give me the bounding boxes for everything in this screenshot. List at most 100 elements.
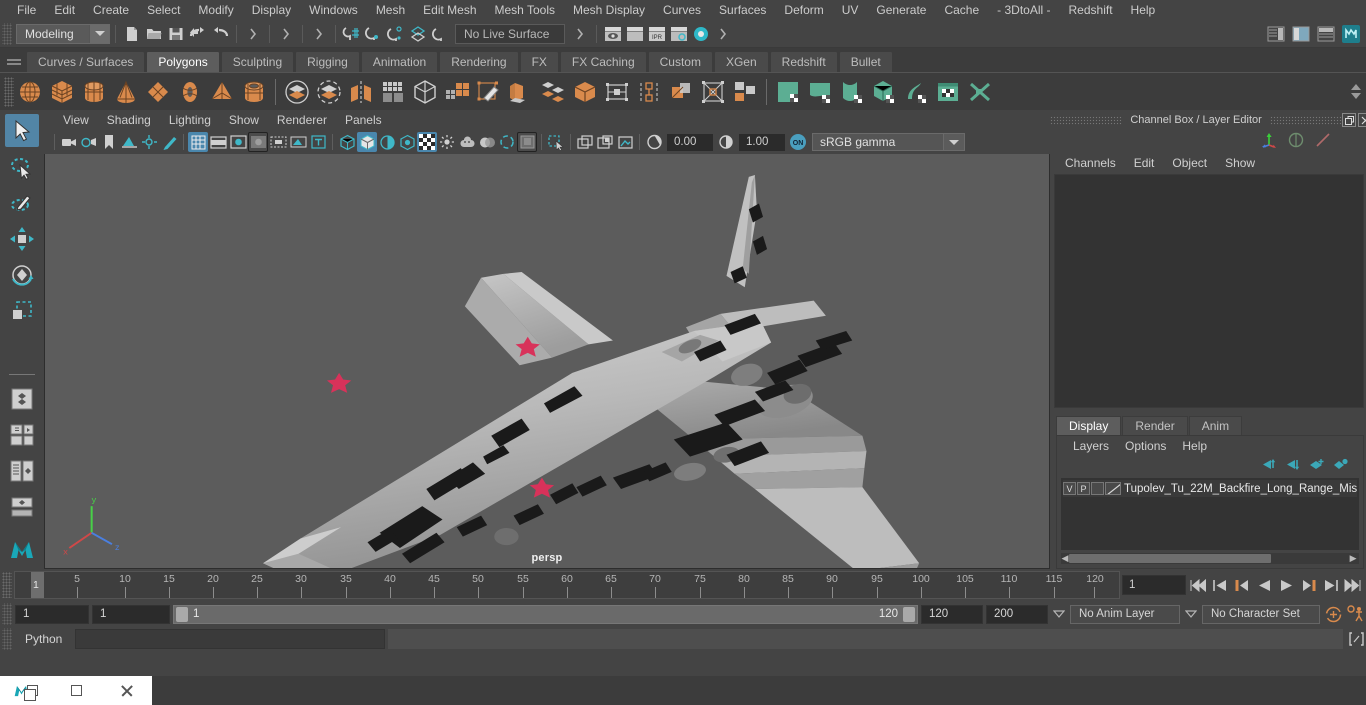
menu-set-selector[interactable]: Modeling <box>16 23 110 44</box>
select-by-object-icon[interactable] <box>275 23 297 45</box>
menu-windows[interactable]: Windows <box>300 0 367 20</box>
uv-automatic-icon[interactable] <box>868 75 900 109</box>
shelf-tab-redshift[interactable]: Redshift <box>769 51 838 72</box>
uv-layout-icon[interactable] <box>932 75 964 109</box>
last-tool-used[interactable] <box>5 330 39 363</box>
persp-outliner-layout[interactable] <box>5 419 39 452</box>
viewport-menu-lighting[interactable]: Lighting <box>160 110 220 130</box>
maya-taskbar-button[interactable] <box>0 676 51 705</box>
paint-effects-icon[interactable] <box>159 132 179 152</box>
poly-merge-icon[interactable] <box>569 75 601 109</box>
layer-list[interactable]: V P Tupolev_Tu_22M_Backfire_Long_Range_M… <box>1061 478 1360 550</box>
poly-chamfer-icon[interactable] <box>697 75 729 109</box>
film-origin-icon[interactable] <box>268 132 288 152</box>
step-back-keyframe-icon[interactable] <box>1210 575 1230 595</box>
viewport-menu-view[interactable]: View <box>54 110 98 130</box>
toggle-tool-settings-icon[interactable] <box>1290 23 1312 45</box>
layer-name[interactable]: Tupolev_Tu_22M_Backfire_Long_Range_Mis <box>1124 483 1357 495</box>
layer-list-scrollbar[interactable]: ◀ ▶ <box>1061 553 1360 564</box>
menu-mesh[interactable]: Mesh <box>367 0 414 20</box>
menu-create[interactable]: Create <box>84 0 138 20</box>
shadows-icon[interactable] <box>437 132 457 152</box>
command-language-label[interactable]: Python <box>15 632 72 646</box>
uv-planar-icon[interactable] <box>804 75 836 109</box>
playback-end-time-field[interactable]: 120 <box>921 604 983 624</box>
menu-curves[interactable]: Curves <box>654 0 710 20</box>
time-slider-track[interactable]: 1 5 10 15 20 25 30 35 40 45 50 55 60 65 … <box>14 571 1120 599</box>
scroll-left-arrow-icon[interactable]: ◀ <box>1061 553 1069 564</box>
tab-render[interactable]: Render <box>1122 416 1188 435</box>
outliner-persp-layout[interactable] <box>5 455 39 488</box>
depth-of-field-icon[interactable] <box>517 132 537 152</box>
layer-menu-help[interactable]: Help <box>1174 436 1215 456</box>
animation-preferences-icon[interactable] <box>1346 604 1366 624</box>
poly-plane-icon[interactable] <box>142 75 174 109</box>
time-slider-grip[interactable] <box>2 572 12 598</box>
new-scene-icon[interactable] <box>121 23 143 45</box>
select-camera-icon[interactable] <box>59 132 79 152</box>
gamma-icon[interactable] <box>716 132 736 152</box>
layer-row[interactable]: V P Tupolev_Tu_22M_Backfire_Long_Range_M… <box>1063 480 1358 497</box>
close-window-button[interactable] <box>101 676 152 705</box>
render-sequence-icon[interactable] <box>624 23 646 45</box>
film-gate-icon[interactable] <box>208 132 228 152</box>
uv-unfold-icon[interactable] <box>900 75 932 109</box>
undock-icon[interactable] <box>1342 113 1357 127</box>
lasso-select-tool[interactable] <box>5 150 39 183</box>
go-to-end-icon[interactable] <box>1342 575 1362 595</box>
menu-help[interactable]: Help <box>1122 0 1165 20</box>
hypershade-icon[interactable] <box>690 23 712 45</box>
uv-cylindrical-icon[interactable] <box>836 75 868 109</box>
image-plane-icon[interactable] <box>119 132 139 152</box>
menu-mesh-display[interactable]: Mesh Display <box>564 0 654 20</box>
maximize-window-icon[interactable] <box>70 685 82 696</box>
status-chevron-icon[interactable] <box>712 23 734 45</box>
menu-edit-mesh[interactable]: Edit Mesh <box>414 0 485 20</box>
snap-to-point-icon[interactable] <box>385 23 407 45</box>
render-current-frame-icon[interactable] <box>602 23 624 45</box>
gate-mask-icon[interactable] <box>248 132 268 152</box>
two-sided-lighting-icon[interactable] <box>139 132 159 152</box>
poly-torus-icon[interactable] <box>174 75 206 109</box>
snap-to-grid-icon[interactable] <box>341 23 363 45</box>
shade-wireframe-icon[interactable] <box>377 132 397 152</box>
script-editor-icon[interactable] <box>1346 629 1366 649</box>
layer-color-swatch[interactable] <box>1105 482 1121 495</box>
menu-cache[interactable]: Cache <box>935 0 988 20</box>
xray-icon[interactable] <box>288 132 308 152</box>
range-slider-bar[interactable]: 1 120 <box>173 604 918 624</box>
poly-sphere-icon[interactable] <box>14 75 46 109</box>
channel-box-menu-edit[interactable]: Edit <box>1125 152 1164 174</box>
uv-editor-icon[interactable] <box>772 75 804 109</box>
viewport-menu-panels[interactable]: Panels <box>336 110 391 130</box>
poly-cylinder-icon[interactable] <box>78 75 110 109</box>
layer-menu-options[interactable]: Options <box>1117 436 1174 456</box>
move-layer-up-icon[interactable] <box>1261 458 1277 474</box>
render-settings-icon[interactable] <box>668 23 690 45</box>
make-live-chevron-icon[interactable] <box>569 23 591 45</box>
shelf-tab-rigging[interactable]: Rigging <box>295 51 360 72</box>
poly-quad-draw-icon[interactable] <box>441 75 473 109</box>
color-management-dropdown-arrow[interactable] <box>943 133 965 151</box>
scroll-right-arrow-icon[interactable]: ▶ <box>1347 553 1359 564</box>
undo-icon[interactable] <box>187 23 209 45</box>
layer-menu-layers[interactable]: Layers <box>1065 436 1117 456</box>
text-overlay-icon[interactable] <box>308 132 328 152</box>
shelf-scroll-arrows[interactable] <box>1348 74 1366 110</box>
playback-start-time-field[interactable]: 1 <box>92 604 170 624</box>
uv-cut-sew-icon[interactable] <box>964 75 996 109</box>
character-set-dropdown-arrow[interactable] <box>1183 605 1199 624</box>
viewport-menu-renderer[interactable]: Renderer <box>268 110 336 130</box>
channel-box-menu-show[interactable]: Show <box>1216 152 1264 174</box>
new-layer-icon[interactable] <box>1309 458 1325 474</box>
command-line-grip[interactable] <box>2 628 12 650</box>
save-scene-icon[interactable] <box>165 23 187 45</box>
poly-extrude-icon[interactable] <box>473 75 505 109</box>
viewport-menu-shading[interactable]: Shading <box>98 110 160 130</box>
hypergraph-layout[interactable] <box>5 491 39 524</box>
open-scene-icon[interactable] <box>143 23 165 45</box>
character-set-field[interactable]: No Character Set <box>1202 604 1320 624</box>
camera-attributes-icon[interactable] <box>79 132 99 152</box>
shelf-tab-grip[interactable] <box>2 48 26 72</box>
use-all-lights-icon[interactable] <box>417 132 437 152</box>
